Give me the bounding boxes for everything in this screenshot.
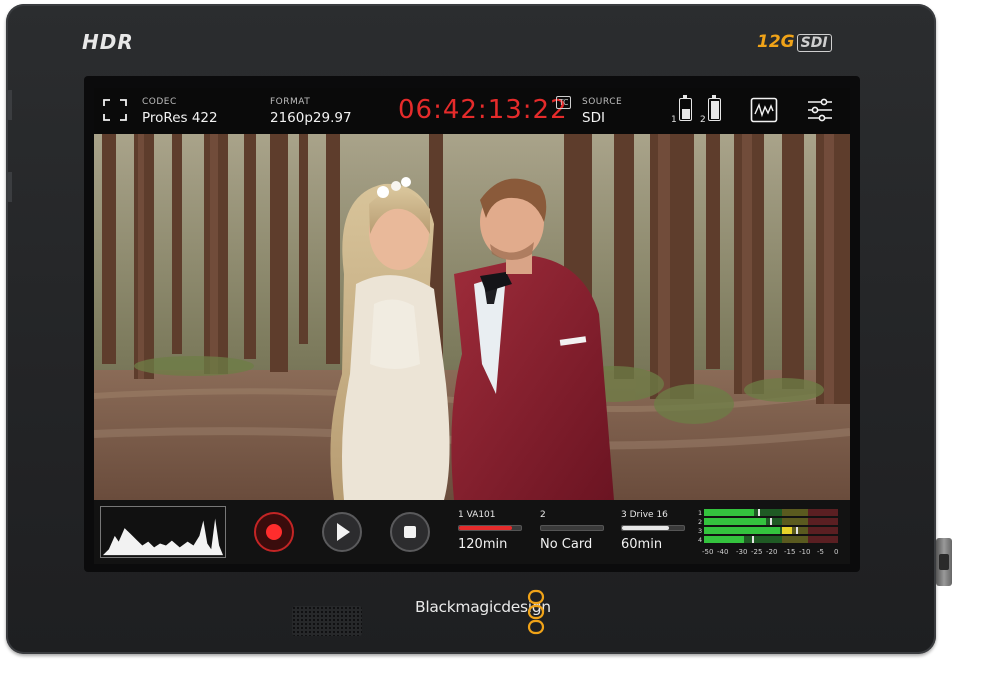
scope-icon[interactable] (750, 97, 778, 123)
meter-scale-tick: -15 (784, 548, 796, 556)
meter-scale-tick: 0 (834, 548, 839, 556)
slot-2-status: No Card (540, 537, 593, 552)
play-icon (337, 523, 350, 541)
meter-scale-tick: -5 (817, 548, 824, 556)
audio-meters[interactable]: 1 2 3 4 -50 -40 -30 -25 -20 -15 -10 -5 0 (698, 508, 840, 558)
slot-3-title: 3 Drive 16 (621, 510, 668, 520)
stop-button[interactable] (390, 512, 430, 552)
side-button-lower[interactable] (6, 172, 12, 202)
slot-3-remaining: 60min (621, 537, 663, 552)
source-value[interactable]: SDI (582, 110, 605, 126)
12g-label: 12G (757, 32, 795, 52)
slot-2-title: 2 (540, 510, 546, 520)
slot-2-progress (540, 525, 604, 531)
audio-meter-bars: 1 2 3 4 (698, 509, 838, 544)
battery-1-label: 1 (671, 115, 677, 125)
meter-scale-tick: -40 (717, 548, 729, 556)
slot-3-progress (621, 525, 685, 531)
meter-scale-tick: -10 (799, 548, 811, 556)
battery-1-icon (679, 95, 692, 121)
meter-scale-tick: -50 (702, 548, 714, 556)
tc-badge: TC (556, 96, 572, 109)
bottom-control-bar: 1 VA101 120min 2 No Card 3 Drive 16 60mi… (94, 500, 850, 564)
speaker-grille (292, 606, 362, 636)
battery-2-label: 2 (700, 115, 706, 125)
timecode-display: 06:42:13:22 (398, 95, 568, 125)
12g-sdi-badge: 12G SDI (757, 32, 832, 52)
meter-scale-tick: -20 (766, 548, 778, 556)
format-label: FORMAT (270, 97, 311, 107)
codec-label: CODEC (142, 97, 177, 107)
source-label: SOURCE (582, 97, 623, 107)
slot-1-progress (458, 525, 522, 531)
meter-channel-2: 2 (698, 518, 702, 526)
hdr-badge: HDR (82, 30, 134, 54)
format-value[interactable]: 2160p29.97 (270, 110, 352, 126)
record-button[interactable] (254, 512, 294, 552)
codec-value[interactable]: ProRes 422 (142, 110, 218, 126)
meter-scale-tick: -25 (751, 548, 763, 556)
meter-channel-4: 4 (698, 536, 702, 544)
meter-channel-1: 1 (698, 509, 702, 517)
frame-guides-icon[interactable] (102, 98, 128, 122)
meter-scale-tick: -30 (736, 548, 748, 556)
settings-sliders-icon[interactable] (806, 97, 834, 123)
battery-2-icon (708, 95, 721, 121)
video-preview-image (94, 134, 850, 500)
play-button[interactable] (322, 512, 362, 552)
histogram-icon[interactable] (100, 506, 226, 558)
slot-1-remaining: 120min (458, 537, 508, 552)
meter-channel-3: 3 (698, 527, 702, 535)
slot-1-title: 1 VA101 (458, 510, 496, 520)
side-button-upper[interactable] (6, 90, 12, 120)
monitor-screen: CODEC ProRes 422 FORMAT 2160p29.97 06:42… (94, 88, 850, 564)
top-status-bar: CODEC ProRes 422 FORMAT 2160p29.97 06:42… (94, 88, 850, 134)
brand-logo-mark-icon (527, 589, 545, 635)
sdi-connector (936, 538, 952, 586)
sdi-label: SDI (796, 34, 832, 52)
